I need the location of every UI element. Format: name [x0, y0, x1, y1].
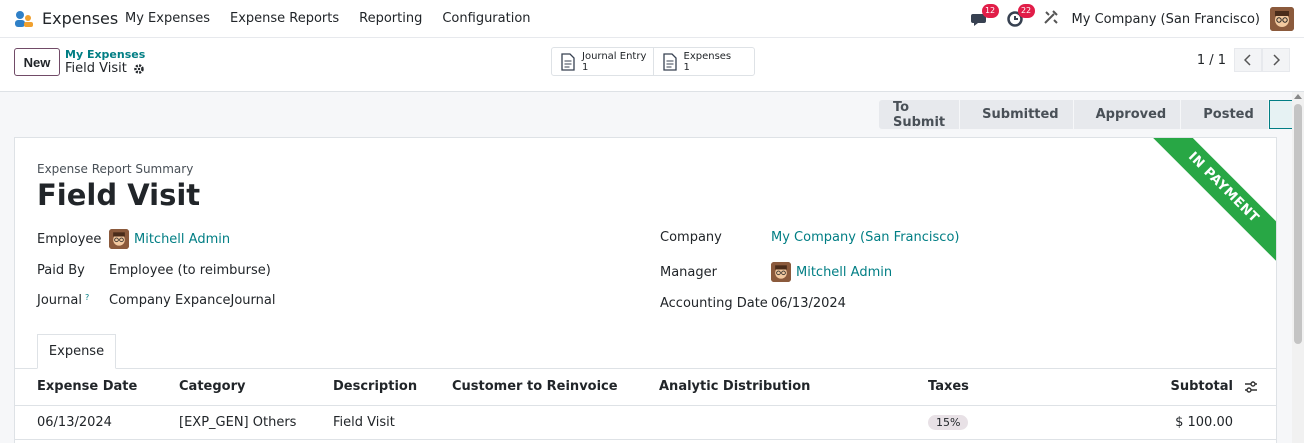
- expenses-app-icon[interactable]: [14, 10, 34, 28]
- menu-my-expenses[interactable]: My Expenses: [125, 11, 210, 26]
- document-icon: [662, 52, 677, 71]
- employee-label: Employee: [37, 231, 102, 247]
- scroll-up-arrow-icon[interactable]: [1294, 94, 1302, 99]
- pager-previous-button[interactable]: [1234, 48, 1262, 72]
- company-label: Company: [660, 230, 722, 245]
- col-expense-date[interactable]: Expense Date: [37, 379, 137, 394]
- journal-entry-count: 1: [582, 61, 589, 73]
- pager-next-button[interactable]: [1262, 48, 1290, 72]
- activities-badge: 22: [1017, 4, 1035, 18]
- optional-columns-icon[interactable]: [1244, 380, 1258, 394]
- debug-tools-button[interactable]: [1042, 8, 1064, 30]
- expenses-smart-button[interactable]: Expenses 1: [654, 48, 755, 75]
- manager-field: Manager Mitchell Admin: [660, 262, 892, 282]
- col-description[interactable]: Description: [333, 379, 417, 394]
- top-navbar: Expenses My Expenses Expense Reports Rep…: [0, 0, 1304, 38]
- chevron-right-icon: [1273, 54, 1280, 66]
- company-field: Company My Company (San Francisco): [660, 230, 959, 245]
- expenses-label: Expenses: [683, 50, 732, 62]
- smart-buttons: Journal Entry 1 Expenses 1: [551, 47, 755, 76]
- form-sheet: IN PAYMENT Expense Report Summary Field …: [14, 137, 1277, 443]
- col-category[interactable]: Category: [179, 379, 245, 394]
- manager-value[interactable]: Mitchell Admin: [796, 265, 892, 280]
- paid-by-field: Paid By Employee (to reimburse): [37, 263, 271, 278]
- stage-approved[interactable]: Approved: [1073, 100, 1181, 129]
- col-customer-to-reinvoice[interactable]: Customer to Reinvoice: [452, 379, 618, 394]
- employee-avatar: [109, 229, 129, 249]
- accounting-date-label: Accounting Date: [660, 296, 768, 311]
- tab-expense[interactable]: Expense: [37, 334, 116, 369]
- breadcrumb-my-expenses[interactable]: My Expenses: [65, 48, 145, 61]
- menu-reporting[interactable]: Reporting: [359, 11, 422, 26]
- messages-badge: 12: [981, 4, 999, 18]
- report-title[interactable]: Field Visit: [37, 178, 200, 212]
- col-analytic-distribution[interactable]: Analytic Distribution: [659, 379, 810, 394]
- summary-label: Expense Report Summary: [37, 162, 194, 176]
- accounting-date-field: Accounting Date 06/13/2024: [660, 296, 846, 311]
- breadcrumb-current-label: Field Visit: [65, 61, 127, 76]
- user-avatar-icon: [109, 229, 129, 249]
- col-subtotal[interactable]: Subtotal: [1170, 379, 1233, 394]
- pager-value[interactable]: 1 / 1: [1197, 53, 1226, 68]
- paid-by-value[interactable]: Employee (to reimburse): [109, 263, 271, 278]
- row-tax-badge: 15%: [928, 415, 969, 430]
- employee-value[interactable]: Mitchell Admin: [134, 232, 230, 247]
- control-panel: New My Expenses Field Visit Journal Entr…: [0, 38, 1304, 92]
- menu-configuration[interactable]: Configuration: [442, 11, 530, 26]
- stage-to-submit[interactable]: To Submit: [879, 100, 960, 130]
- accounting-date-value[interactable]: 06/13/2024: [771, 296, 846, 311]
- form-view: To Submit Submitted Approved Posted Done…: [0, 92, 1304, 443]
- app-name[interactable]: Expenses: [42, 9, 118, 28]
- company-switcher[interactable]: My Company (San Francisco): [1072, 12, 1260, 27]
- menu-expense-reports[interactable]: Expense Reports: [230, 11, 339, 26]
- row-subtotal: $ 100.00: [1175, 415, 1233, 430]
- scrollbar-thumb[interactable]: [1294, 104, 1302, 344]
- journal-entry-label: Journal Entry: [582, 50, 647, 62]
- journal-label: Journal: [37, 293, 82, 308]
- user-avatar-icon: [1270, 7, 1294, 31]
- gear-icon[interactable]: [133, 63, 145, 75]
- pager: 1 / 1: [1197, 48, 1290, 72]
- new-button[interactable]: New: [14, 48, 60, 76]
- breadcrumb-current: Field Visit: [65, 61, 145, 76]
- status-ribbon: IN PAYMENT: [1138, 138, 1276, 273]
- user-avatar[interactable]: [1270, 7, 1294, 31]
- row-expense-date: 06/13/2024: [37, 415, 112, 430]
- company-value[interactable]: My Company (San Francisco): [771, 230, 959, 245]
- row-category: [EXP_GEN] Others: [179, 415, 297, 430]
- journal-help-tooltip[interactable]: ?: [85, 293, 89, 302]
- row-description: Field Visit: [333, 415, 395, 430]
- expense-lines-header: Expense Date Category Description Custom…: [15, 369, 1276, 406]
- document-icon: [561, 52, 575, 71]
- manager-avatar: [771, 262, 791, 282]
- messages-button[interactable]: 12: [970, 4, 999, 30]
- journal-label-wrap: Journal?: [37, 293, 109, 308]
- stage-posted[interactable]: Posted: [1181, 100, 1268, 129]
- stage-submitted[interactable]: Submitted: [960, 100, 1073, 129]
- chevron-left-icon: [1244, 54, 1251, 66]
- paid-by-label: Paid By: [37, 263, 85, 278]
- journal-field: Journal? Company ExpanceJournal: [37, 293, 275, 308]
- journal-entry-smart-button[interactable]: Journal Entry 1: [552, 48, 654, 75]
- user-avatar-icon: [771, 262, 791, 282]
- col-taxes[interactable]: Taxes: [928, 379, 969, 394]
- page-scrollbar[interactable]: [1292, 92, 1304, 443]
- table-row[interactable]: 06/13/2024 [EXP_GEN] Others Field Visit …: [15, 406, 1276, 440]
- activities-button[interactable]: 22: [1006, 4, 1035, 30]
- status-bar: To Submit Submitted Approved Posted Done: [879, 100, 1304, 130]
- main-menu: My Expenses Expense Reports Reporting Co…: [125, 11, 551, 26]
- navbar-systray: 12 22 My Company (San Francisco): [970, 4, 1294, 32]
- tools-icon: [1043, 10, 1058, 24]
- expenses-count: 1: [683, 61, 690, 73]
- journal-value[interactable]: Company ExpanceJournal: [109, 293, 275, 308]
- manager-label: Manager: [660, 264, 717, 280]
- employee-field: Employee Mitchell Admin: [37, 229, 230, 249]
